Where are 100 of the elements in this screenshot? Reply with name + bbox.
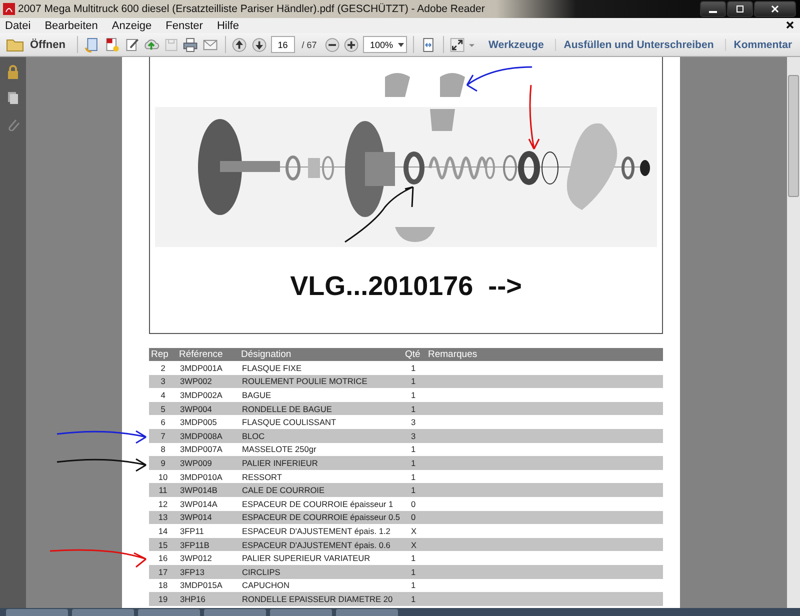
maximize-icon: [736, 5, 744, 13]
table-cell: 17: [149, 564, 177, 578]
table-cell: 4: [149, 388, 177, 402]
table-cell: RESSORT: [239, 470, 403, 484]
table-cell: 3: [403, 415, 426, 429]
table-cell: ESPACEUR D'AJUSTEMENT épais. 1.2: [239, 524, 403, 538]
table-cell: 7: [149, 428, 177, 443]
table-cell: ESPACEUR DE COURROIE épaisseur 0.5: [239, 510, 403, 524]
table-cell: 3WP004: [177, 402, 239, 416]
table-cell: BAGUE: [239, 388, 403, 402]
table-cell: PALIER INFERIEUR: [239, 456, 403, 470]
table-cell: 1: [403, 551, 426, 565]
table-cell: 3FP11: [177, 524, 239, 538]
column-header: Référence: [177, 348, 239, 361]
menu-item[interactable]: Bearbeiten: [44, 20, 98, 32]
table-cell: 5: [149, 402, 177, 416]
table-cell: 3WP012: [177, 551, 239, 565]
table-cell: 3FP13: [177, 564, 239, 578]
table-cell: MASSELOTE 250gr: [239, 442, 403, 456]
table-cell: 3HP16: [177, 592, 239, 606]
pane-tab[interactable]: Kommentar: [724, 38, 800, 50]
table-cell: 3: [403, 428, 426, 443]
table-cell: 1: [403, 470, 426, 484]
page-number-field[interactable]: 16: [270, 36, 295, 53]
table-cell: PALIER SUPERIEUR VARIATEUR: [239, 551, 403, 565]
table-cell: BLOC: [239, 428, 403, 443]
table-cell: 3MDP015A: [177, 578, 239, 592]
table-cell: 3FP11B: [177, 538, 239, 552]
table-cell: RONDELLE DE BAGUE: [239, 402, 403, 416]
table-cell: 3: [149, 374, 177, 388]
table-cell: CAPUCHON: [239, 578, 403, 592]
previous-page-icon[interactable]: [231, 36, 248, 54]
table-cell: 1: [403, 442, 426, 456]
next-page-icon[interactable]: [251, 36, 268, 54]
pages-icon[interactable]: [6, 91, 20, 105]
table-cell: 3WP014A: [177, 496, 239, 511]
table-cell: 3WP014: [177, 510, 239, 524]
pdf-app-icon: [3, 3, 15, 15]
table-cell: X: [403, 524, 426, 538]
caret-icon: [398, 42, 404, 46]
table-cell: 11: [149, 483, 177, 497]
table-cell: 10: [149, 470, 177, 484]
table-cell: ESPACEUR DE COURROIE épaisseur 1: [239, 496, 403, 511]
table-cell: 1: [403, 578, 426, 592]
zoom-dropdown[interactable]: 100%: [362, 36, 407, 53]
menu-item[interactable]: Fenster: [166, 20, 203, 32]
table-cell: 3WP014B: [177, 483, 239, 497]
zoom-out-icon[interactable]: [324, 36, 340, 54]
table-cell: 0: [403, 510, 426, 524]
column-header: Désignation: [239, 348, 403, 361]
table-cell: CALE DE COURROIE: [239, 483, 403, 497]
table-cell: 9: [149, 456, 177, 470]
table-cell: 15: [149, 538, 177, 552]
table-cell: 13: [149, 510, 177, 524]
table-cell: 18: [149, 578, 177, 592]
table-cell: 3MDP005: [177, 415, 239, 429]
table-cell: ROULEMENT POULIE MOTRICE: [239, 374, 403, 388]
table-cell: 1: [403, 592, 426, 606]
convert-document-icon[interactable]: [104, 36, 121, 54]
column-header: Rep: [149, 348, 177, 361]
table-cell: 16: [149, 551, 177, 565]
column-header: Qté: [403, 348, 426, 361]
menu-item[interactable]: Datei: [5, 20, 31, 32]
page-count: / 67: [302, 40, 317, 50]
table-cell: 3MDP010A: [177, 470, 239, 484]
pane-tab[interactable]: Ausfüllen und Unterschreiben: [554, 38, 722, 50]
menu-item[interactable]: Anzeige: [112, 20, 152, 32]
minimize-button[interactable]: [700, 1, 726, 17]
table-cell: ESPACEUR D'AJUSTEMENT épais. 0.6: [239, 538, 403, 552]
table-cell: 1: [403, 456, 426, 470]
column-header: Remarques: [426, 348, 663, 361]
close-icon[interactable]: [786, 21, 794, 29]
toolbar-menu-icon[interactable]: [469, 42, 475, 48]
expand-arrows-icon[interactable]: [449, 36, 466, 54]
print-icon[interactable]: [182, 36, 199, 54]
table-cell: CIRCLIPS: [239, 564, 403, 578]
open-button[interactable]: Öffnen: [4, 38, 72, 52]
zoom-in-icon[interactable]: [343, 36, 360, 54]
table-cell: 3MDP008A: [177, 428, 239, 443]
maximize-button[interactable]: [727, 1, 753, 17]
table-cell: RONDELLE EPAISSEUR DIAMETRE 20: [239, 592, 403, 606]
lock-icon[interactable]: [6, 65, 20, 79]
pane-tab[interactable]: Werkzeuge: [480, 38, 552, 50]
table-cell: X: [403, 538, 426, 552]
table-cell: FLASQUE COULISSANT: [239, 415, 403, 429]
figure-caption: VLG...2010176 -->: [290, 271, 522, 302]
table-cell: 0: [403, 496, 426, 511]
table-cell: 1: [403, 388, 426, 402]
scrollbar[interactable]: [787, 57, 800, 608]
table-cell: FLASQUE FIXE: [239, 361, 403, 375]
close-icon: [771, 5, 779, 13]
window-title: 2007 Mega Multitruck 600 diesel (Ersatzteilliste Pariser Händler).pdf (GESCHÜTZT) - Adobe Reader: [18, 3, 486, 15]
table-cell: 14: [149, 524, 177, 538]
menu-item[interactable]: Hilfe: [216, 20, 239, 32]
table-cell: 12: [149, 496, 177, 511]
close-button[interactable]: [754, 1, 796, 17]
table-cell: 1: [403, 402, 426, 416]
table-cell: 3MDP007A: [177, 442, 239, 456]
table-cell: 19: [149, 592, 177, 606]
paperclip-icon[interactable]: [6, 117, 20, 131]
